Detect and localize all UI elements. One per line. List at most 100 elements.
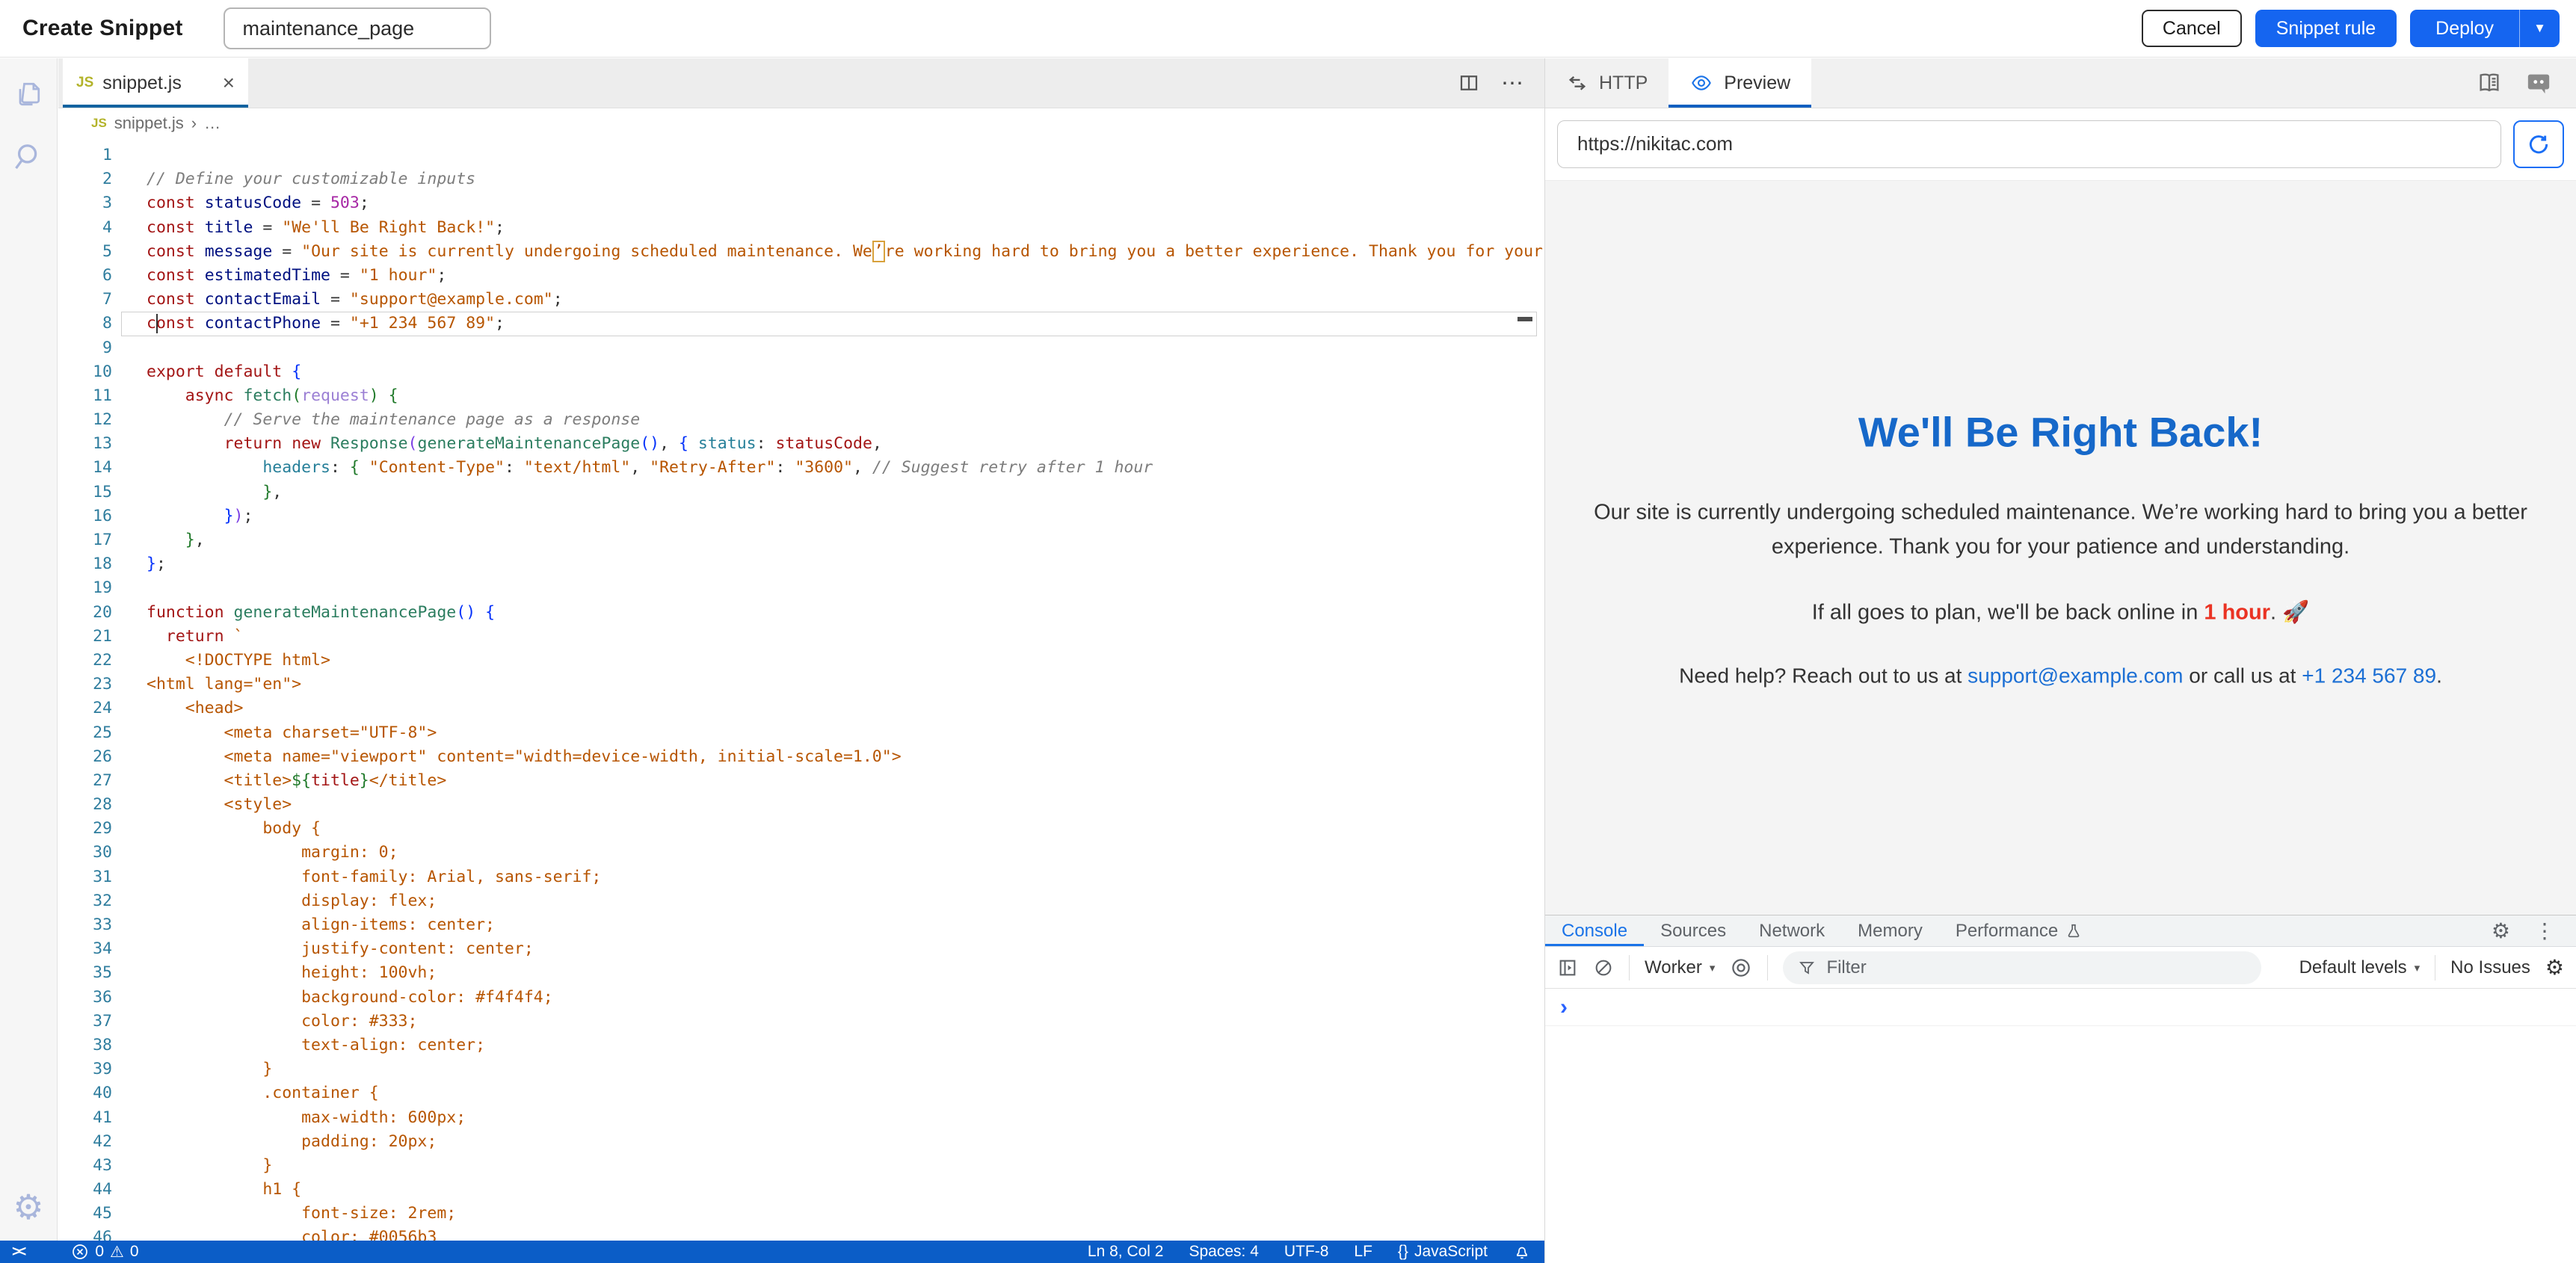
code-line[interactable]: 44 h1 {: [58, 1178, 1544, 1202]
code-line[interactable]: 13 return new Response(generateMaintenan…: [58, 432, 1544, 456]
live-expression-eye-icon[interactable]: [1730, 957, 1752, 979]
files-icon[interactable]: [12, 78, 45, 111]
code-line[interactable]: 14 headers: { "Content-Type": "text/html…: [58, 456, 1544, 480]
line-number[interactable]: 42: [58, 1130, 112, 1154]
line-number[interactable]: 32: [58, 889, 112, 913]
code-line[interactable]: 11 async fetch(request) {: [58, 384, 1544, 408]
code-line[interactable]: 45 font-size: 2rem;: [58, 1202, 1544, 1226]
code-line[interactable]: 42 padding: 20px;: [58, 1130, 1544, 1154]
line-number[interactable]: 41: [58, 1106, 112, 1130]
encoding-setting[interactable]: UTF-8: [1284, 1243, 1329, 1261]
line-number[interactable]: 19: [58, 576, 112, 600]
line-number[interactable]: 25: [58, 721, 112, 745]
eol-setting[interactable]: LF: [1354, 1243, 1372, 1261]
code-line[interactable]: 34 justify-content: center;: [58, 937, 1544, 961]
tab-http[interactable]: HTTP: [1545, 58, 1668, 108]
code-line[interactable]: 36 background-color: #f4f4f4;: [58, 986, 1544, 1010]
line-number[interactable]: 24: [58, 697, 112, 720]
line-number[interactable]: 9: [58, 336, 112, 360]
line-number[interactable]: 1: [58, 143, 112, 167]
url-input[interactable]: [1557, 120, 2501, 168]
more-actions-icon[interactable]: ⋯: [1501, 70, 1525, 96]
code-line[interactable]: 28 <style>: [58, 793, 1544, 817]
line-number[interactable]: 12: [58, 408, 112, 432]
support-phone-link[interactable]: +1 234 567 89: [2302, 664, 2436, 688]
line-number[interactable]: 22: [58, 649, 112, 673]
problems-indicator[interactable]: 0 ⚠ 0: [71, 1243, 138, 1262]
code-line[interactable]: 9: [58, 336, 1544, 360]
code-line[interactable]: 7const contactEmail = "support@example.c…: [58, 288, 1544, 312]
code-line[interactable]: 8const contactPhone = "+1 234 567 89";: [58, 312, 1544, 336]
code-line[interactable]: 39 }: [58, 1057, 1544, 1081]
code-editor[interactable]: 12// Define your customizable inputs3con…: [58, 139, 1544, 1241]
code-line[interactable]: 43 }: [58, 1154, 1544, 1178]
refresh-button[interactable]: [2513, 120, 2564, 168]
code-line[interactable]: 32 display: flex;: [58, 889, 1544, 913]
line-number[interactable]: 26: [58, 745, 112, 769]
close-tab-icon[interactable]: ×: [223, 71, 235, 95]
devtools-tab-network[interactable]: Network: [1743, 915, 1841, 946]
line-number[interactable]: 28: [58, 793, 112, 817]
code-line[interactable]: 2// Define your customizable inputs: [58, 167, 1544, 191]
code-line[interactable]: 12 // Serve the maintenance page as a re…: [58, 408, 1544, 432]
devtools-tab-console[interactable]: Console: [1545, 915, 1644, 946]
line-number[interactable]: 3: [58, 191, 112, 215]
console-filter[interactable]: Filter: [1783, 951, 2261, 984]
support-email-link[interactable]: support@example.com: [1968, 664, 2183, 688]
devtools-menu-kebab-icon[interactable]: ⋮: [2534, 921, 2555, 942]
line-number[interactable]: 15: [58, 481, 112, 504]
line-number[interactable]: 13: [58, 432, 112, 456]
deploy-dropdown-button[interactable]: ▼: [2519, 10, 2560, 47]
indentation-setting[interactable]: Spaces: 4: [1189, 1243, 1259, 1261]
line-number[interactable]: 23: [58, 673, 112, 697]
code-line[interactable]: 22 <!DOCTYPE html>: [58, 649, 1544, 673]
line-number[interactable]: 46: [58, 1226, 112, 1241]
line-number[interactable]: 6: [58, 264, 112, 288]
code-line[interactable]: 20function generateMaintenancePage() {: [58, 601, 1544, 625]
cursor-position[interactable]: Ln 8, Col 2: [1088, 1243, 1164, 1261]
code-line[interactable]: 23<html lang="en">: [58, 673, 1544, 697]
log-levels-dropdown[interactable]: Default levels ▾: [2299, 957, 2421, 978]
code-line[interactable]: 1: [58, 143, 1544, 167]
cancel-button[interactable]: Cancel: [2142, 10, 2242, 47]
tab-preview[interactable]: Preview: [1668, 58, 1811, 108]
line-number[interactable]: 45: [58, 1202, 112, 1226]
line-number[interactable]: 33: [58, 913, 112, 937]
discord-icon[interactable]: [2525, 70, 2552, 96]
code-line[interactable]: 10export default {: [58, 360, 1544, 384]
line-number[interactable]: 37: [58, 1010, 112, 1034]
docs-book-icon[interactable]: [2476, 70, 2503, 96]
line-number[interactable]: 8: [58, 312, 112, 336]
line-number[interactable]: 21: [58, 625, 112, 649]
line-number[interactable]: 20: [58, 601, 112, 625]
code-line[interactable]: 25 <meta charset="UTF-8">: [58, 721, 1544, 745]
code-line[interactable]: 41 max-width: 600px;: [58, 1106, 1544, 1130]
deploy-label[interactable]: Deploy: [2410, 10, 2519, 47]
line-number[interactable]: 14: [58, 456, 112, 480]
line-number[interactable]: 39: [58, 1057, 112, 1081]
code-line[interactable]: 21 return `: [58, 625, 1544, 649]
remote-indicator-icon[interactable]: ><: [12, 1244, 23, 1261]
breadcrumb-more[interactable]: …: [204, 114, 221, 133]
line-number[interactable]: 18: [58, 552, 112, 576]
console-settings-gear-icon[interactable]: ⚙: [2545, 957, 2564, 978]
settings-gear-icon[interactable]: ⚙: [13, 1190, 43, 1224]
code-line[interactable]: 26 <meta name="viewport" content="width=…: [58, 745, 1544, 769]
code-line[interactable]: 40 .container {: [58, 1081, 1544, 1105]
code-line[interactable]: 16 });: [58, 504, 1544, 528]
code-line[interactable]: 29 body {: [58, 817, 1544, 841]
context-selector[interactable]: Worker ▾: [1645, 957, 1715, 978]
line-number[interactable]: 30: [58, 841, 112, 865]
devtools-tab-performance[interactable]: Performance: [1939, 915, 2098, 946]
devtools-settings-gear-icon[interactable]: ⚙: [2492, 921, 2510, 942]
console-prompt-row[interactable]: ›: [1545, 989, 2576, 1026]
code-line[interactable]: 30 margin: 0;: [58, 841, 1544, 865]
language-mode[interactable]: {} JavaScript: [1398, 1243, 1488, 1261]
line-number[interactable]: 43: [58, 1154, 112, 1178]
line-number[interactable]: 31: [58, 865, 112, 889]
line-number[interactable]: 29: [58, 817, 112, 841]
line-number[interactable]: 4: [58, 216, 112, 240]
line-number[interactable]: 35: [58, 961, 112, 985]
code-line[interactable]: 46 color: #0056b3: [58, 1226, 1544, 1241]
issues-counter[interactable]: No Issues: [2450, 957, 2530, 978]
